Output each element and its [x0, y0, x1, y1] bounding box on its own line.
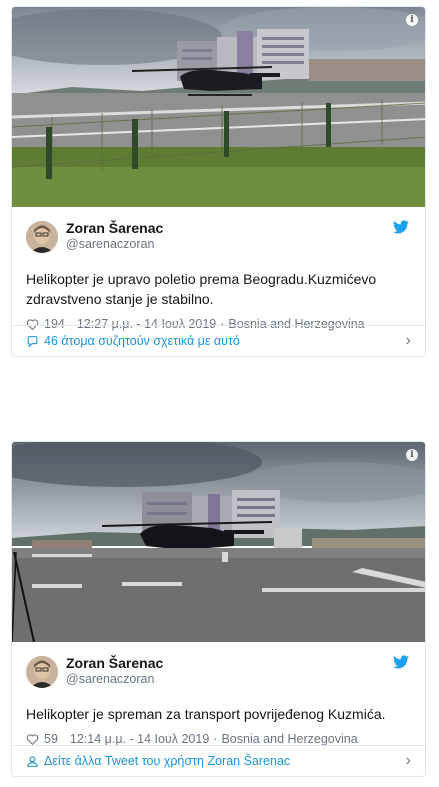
tweet-text: Helikopter je spreman za transport povri…: [26, 706, 386, 722]
helicopter-photo: [12, 7, 425, 207]
author-name[interactable]: Zoran Šarenac: [66, 655, 163, 671]
more-tweets-link[interactable]: Δείτε άλλα Tweet του χρήστη Zoran Šarena…: [12, 745, 425, 776]
author-handle[interactable]: @sarenaczoran: [66, 672, 154, 686]
tweet-photo[interactable]: i: [12, 7, 425, 207]
tweet-photo[interactable]: i: [12, 442, 425, 642]
tweet-card[interactable]: i Zoran Šarenac @sarenaczoran Helikopter…: [11, 6, 426, 357]
heart-icon[interactable]: [26, 733, 39, 746]
helicopter-photo: [12, 442, 425, 642]
person-icon: [27, 755, 38, 767]
like-count[interactable]: 59: [44, 732, 58, 746]
comment-bubble-icon: [27, 335, 38, 348]
chevron-right-icon: ›: [405, 332, 411, 349]
avatar[interactable]: [26, 221, 58, 253]
twitter-bird-icon[interactable]: [393, 220, 409, 234]
chevron-right-icon: ›: [405, 752, 411, 769]
more-tweets-label[interactable]: Δείτε άλλα Tweet του χρήστη Zoran Šarena…: [44, 754, 290, 768]
tweet-card[interactable]: i Zoran Šarenac @sarenaczoran Helikopter…: [11, 441, 426, 777]
timestamp[interactable]: 12:14 μ.μ. - 14 Ιουλ 2019: [70, 732, 209, 746]
conversation-label[interactable]: 46 άτομα συζητούν σχετικά με αυτό: [44, 334, 240, 348]
tweet-text: Helikopter je upravo poletio prema Beogr…: [26, 271, 377, 307]
author-name[interactable]: Zoran Šarenac: [66, 220, 163, 236]
tweet-author[interactable]: Zoran Šarenac @sarenaczoran: [26, 219, 411, 259]
conversation-link[interactable]: 46 άτομα συζητούν σχετικά με αυτό ›: [12, 325, 425, 356]
avatar[interactable]: [26, 656, 58, 688]
tweet-meta: 59 12:14 μ.μ. - 14 Ιουλ 2019 · Bosnia an…: [26, 732, 411, 746]
author-handle[interactable]: @sarenaczoran: [66, 237, 154, 251]
separator-dot: ·: [213, 732, 218, 746]
info-icon[interactable]: i: [406, 449, 418, 461]
twitter-bird-icon[interactable]: [393, 655, 409, 669]
location[interactable]: Bosnia and Herzegovina: [221, 732, 357, 746]
info-icon[interactable]: i: [406, 14, 418, 26]
tweet-author[interactable]: Zoran Šarenac @sarenaczoran: [26, 654, 411, 694]
